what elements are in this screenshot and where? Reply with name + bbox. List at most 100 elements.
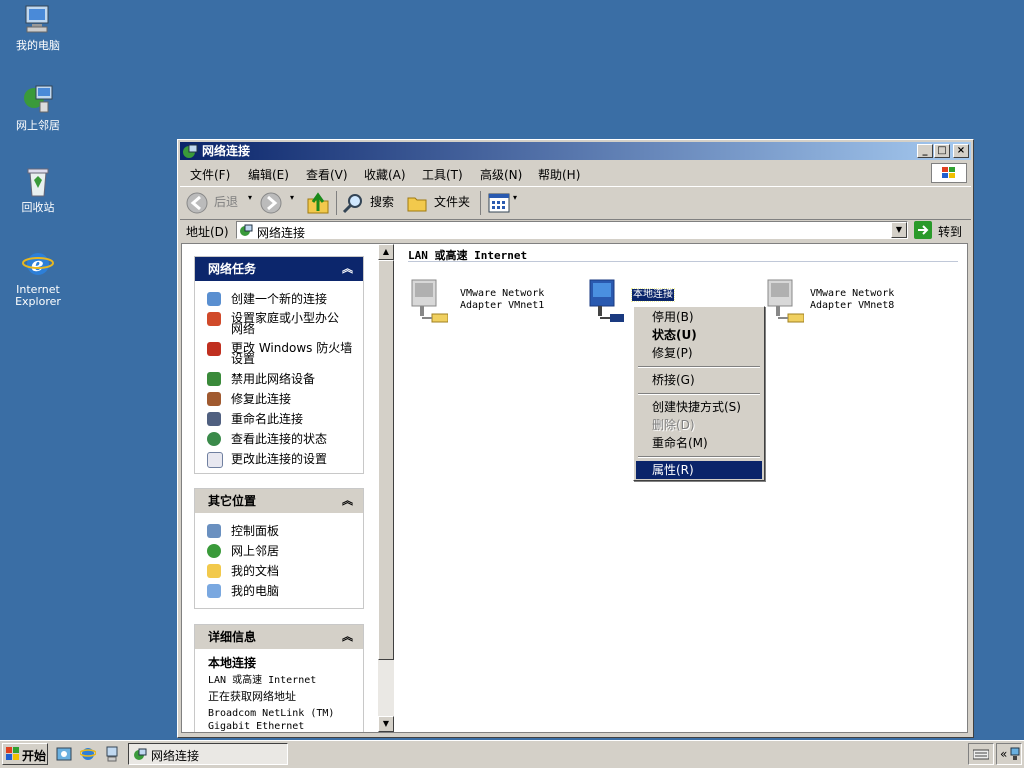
task-label: 创建一个新的连接 xyxy=(231,292,328,306)
network-connections-window: 网络连接 _ □ × 文件(F) 编辑(E) 查看(V) 收藏(A) 工具(T)… xyxy=(177,139,974,738)
task-rename-connection[interactable]: 重命名此连接 xyxy=(195,412,363,426)
scroll-down-button[interactable]: ▼ xyxy=(378,716,394,732)
task-repair-connection[interactable]: 修复此连接 xyxy=(195,392,363,406)
go-arrow-icon[interactable] xyxy=(914,221,932,239)
search-icon[interactable] xyxy=(342,192,364,214)
task-create-connection[interactable]: 创建一个新的连接 xyxy=(195,292,363,306)
home-network-icon xyxy=(207,312,221,326)
tray-expand-button[interactable]: « xyxy=(996,743,1022,765)
ctx-properties[interactable]: 属性(R) xyxy=(636,461,762,479)
ctx-rename[interactable]: 重命名(M) xyxy=(636,434,762,452)
back-arrow-icon[interactable] xyxy=(186,192,208,214)
desktop-icon-label: 回收站 xyxy=(21,201,55,214)
context-menu: 停用(B) 状态(U) 修复(P) 桥接(G) 创建快捷方式(S) 删除(D) … xyxy=(633,306,765,481)
my-computer-icon xyxy=(22,4,54,36)
place-control-panel[interactable]: 控制面板 xyxy=(195,524,363,538)
place-network-places[interactable]: 网上邻居 xyxy=(195,544,363,558)
task-change-settings[interactable]: 更改此连接的设置 xyxy=(195,452,363,468)
menu-favorites[interactable]: 收藏(A) xyxy=(364,166,406,183)
details-panel: 详细信息 ︽ 本地连接 LAN 或高速 Internet 正在获取网络地址 Br… xyxy=(194,624,364,732)
group-header-line xyxy=(408,261,958,262)
folders-button-label[interactable]: 文件夹 xyxy=(434,193,470,210)
ctx-create-shortcut[interactable]: 创建快捷方式(S) xyxy=(636,398,762,416)
menu-separator xyxy=(638,393,760,395)
network-places-icon xyxy=(22,84,54,116)
adapter-line1: 本地连接 xyxy=(633,289,673,300)
folders-icon[interactable] xyxy=(406,192,428,214)
system-tray xyxy=(968,743,994,765)
start-button[interactable]: 开始 xyxy=(2,743,48,765)
place-label: 我的文档 xyxy=(231,564,280,578)
ctx-bridge[interactable]: 桥接(G) xyxy=(636,371,762,389)
desktop-icon-internet-explorer[interactable]: e Internet Explorer xyxy=(3,248,73,308)
scroll-thumb[interactable] xyxy=(378,260,394,660)
task-view-status[interactable]: 查看此连接的状态 xyxy=(195,432,363,446)
menu-edit[interactable]: 编辑(E) xyxy=(248,166,289,183)
network-adapter-disabled-icon xyxy=(764,278,805,323)
window-icon xyxy=(182,143,198,159)
panel-title: 网络任务 xyxy=(208,262,257,276)
search-button-label[interactable]: 搜索 xyxy=(370,193,394,210)
adapter-line1: VMware Network xyxy=(460,288,545,299)
ctx-delete: 删除(D) xyxy=(652,418,695,432)
taskbar-task-network-connections[interactable]: 网络连接 xyxy=(128,743,288,765)
ctx-status[interactable]: 状态(U) xyxy=(636,326,762,344)
maximize-button[interactable]: □ xyxy=(934,144,950,158)
place-my-computer[interactable]: 我的电脑 xyxy=(195,584,363,598)
address-input[interactable]: 网络连接 ▼ xyxy=(236,221,908,240)
task-label: 网络连接 xyxy=(151,749,200,763)
quicklaunch-desktop-icon[interactable] xyxy=(56,746,72,762)
task-firewall-settings[interactable]: 更改 Windows 防火墙 设置 xyxy=(195,342,363,365)
minimize-button[interactable]: _ xyxy=(917,144,933,158)
menu-file[interactable]: 文件(F) xyxy=(190,166,230,183)
desktop-icon-network-places[interactable]: 网上邻居 xyxy=(3,84,73,132)
collapse-chevron-icon[interactable]: ︽ xyxy=(342,489,353,513)
scroll-up-button[interactable]: ▲ xyxy=(378,244,394,260)
go-button-label[interactable]: 转到 xyxy=(938,223,962,240)
forward-dropdown-icon[interactable]: ▾ xyxy=(290,193,294,202)
separator xyxy=(480,191,481,215)
other-places-header[interactable]: 其它位置 ︽ xyxy=(195,489,363,513)
adapter-vmnet8[interactable]: VMware Network Adapter VMnet8 xyxy=(764,278,934,326)
details-header[interactable]: 详细信息 ︽ xyxy=(195,625,363,649)
adapter-label: VMware Network Adapter VMnet8 xyxy=(810,288,894,312)
back-dropdown-icon[interactable]: ▾ xyxy=(248,193,252,202)
task-disable-device[interactable]: 禁用此网络设备 xyxy=(195,372,363,386)
desktop-icon-my-computer[interactable]: 我的电脑 xyxy=(3,4,73,52)
adapter-line1: VMware Network xyxy=(810,288,895,299)
back-button-label[interactable]: 后退 xyxy=(214,193,238,210)
menu-tools[interactable]: 工具(T) xyxy=(422,166,463,183)
address-dropdown-button[interactable]: ▼ xyxy=(891,222,907,238)
address-bar: 地址(D) 网络连接 ▼ 转到 xyxy=(180,219,971,241)
views-dropdown-icon[interactable]: ▾ xyxy=(513,193,517,202)
ctx-repair[interactable]: 修复(P) xyxy=(636,344,762,362)
task-home-network[interactable]: 设置家庭或小型办公 网络 xyxy=(195,312,363,335)
quicklaunch-computer-icon[interactable] xyxy=(104,746,120,762)
ctx-disable[interactable]: 停用(B) xyxy=(636,308,762,326)
adapter-vmnet1[interactable]: VMware Network Adapter VMnet1 xyxy=(408,278,568,326)
menu-advanced[interactable]: 高级(N) xyxy=(480,166,522,183)
quicklaunch-ie-icon[interactable] xyxy=(79,746,97,762)
collapse-chevron-icon[interactable]: ︽ xyxy=(342,625,353,649)
desktop-icon-recycle-bin[interactable]: 回收站 xyxy=(3,166,73,214)
panel-title: 详细信息 xyxy=(208,630,257,644)
adapter-line2: Adapter VMnet8 xyxy=(810,300,895,311)
keyboard-icon[interactable] xyxy=(972,748,990,760)
vertical-scrollbar[interactable]: ▲ ▼ xyxy=(378,244,394,732)
my-documents-icon xyxy=(207,564,221,578)
title-bar[interactable]: 网络连接 _ □ × xyxy=(180,142,971,160)
up-folder-icon[interactable] xyxy=(306,191,330,215)
tray-network-icon[interactable] xyxy=(1010,747,1020,761)
collapse-chevron-icon[interactable]: ︽ xyxy=(342,257,353,281)
taskbar: 开始 网络连接 « xyxy=(0,740,1024,768)
menu-help[interactable]: 帮助(H) xyxy=(538,166,580,183)
toolbar: 后退 ▾ ▾ 搜索 文件夹 ▾ xyxy=(180,186,971,220)
menu-view[interactable]: 查看(V) xyxy=(306,166,348,183)
close-button[interactable]: × xyxy=(953,144,969,158)
views-icon[interactable] xyxy=(488,193,510,213)
separator xyxy=(336,191,337,215)
network-adapter-disabled-icon xyxy=(408,278,449,323)
network-tasks-header[interactable]: 网络任务 ︽ xyxy=(195,257,363,281)
forward-arrow-icon[interactable] xyxy=(260,192,282,214)
place-my-documents[interactable]: 我的文档 xyxy=(195,564,363,578)
